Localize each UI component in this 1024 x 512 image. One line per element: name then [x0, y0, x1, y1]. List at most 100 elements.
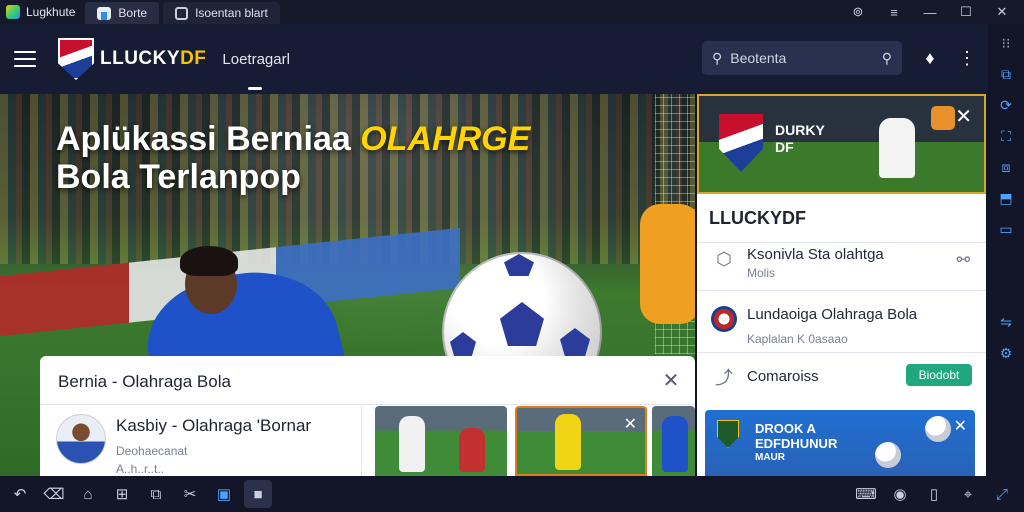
screenshot-thumbnail[interactable] [652, 406, 695, 476]
minimize-icon[interactable]: — [914, 1, 946, 23]
avatar [56, 414, 106, 464]
share-icon[interactable]: ⚯ [957, 250, 970, 270]
rotate-icon[interactable]: ⟳ [997, 96, 1015, 114]
side-banner[interactable]: DURKY DF ✕ [697, 94, 986, 194]
nav-link[interactable]: Loetragarl [222, 24, 290, 94]
side-item-title[interactable]: Ksonivla Sta olahtga [747, 246, 884, 263]
hero-title-line2: Bola Terlanpop [56, 158, 301, 197]
club-shield-icon [719, 114, 763, 172]
ball-icon [925, 416, 951, 442]
banner-name: DURKY DF [775, 122, 825, 155]
back-icon[interactable]: ↶ [6, 480, 34, 508]
hero-title: Aplükassi Berniaa OLAHRGE Bola Terlanpop [56, 120, 530, 196]
club-shield-icon [717, 420, 739, 448]
badge-icon [931, 106, 955, 130]
home-icon[interactable]: ⌂ [74, 480, 102, 508]
scissors-icon[interactable]: ✂ [176, 480, 204, 508]
download-button[interactable]: Biodobt [906, 364, 972, 386]
install-icon[interactable]: ⬒ [997, 189, 1015, 207]
promo-text: DROOK A EDFDHUNUR MAUR [755, 421, 838, 463]
multi-window-icon[interactable]: ⧉ [997, 65, 1015, 83]
grid-icon[interactable]: ⁝⁝ [997, 34, 1015, 52]
player-hair [180, 246, 238, 276]
app-viewport: LLUCKYDF Loetragarl ⚲ Beotenta ⚲ ♦ ⋮ Apl… [0, 24, 988, 476]
app-info-popup: Bernia - Olahraga Bola ✕ Kasbiy - Olahra… [40, 356, 695, 476]
macro-icon[interactable]: ⚙ [997, 344, 1015, 362]
apps-icon[interactable]: ⊞ [108, 480, 136, 508]
side-item-title[interactable]: Lundaoiga Olahraga Bola [747, 306, 917, 323]
popup-item-subtitle-2: A..h..r..t.. [116, 462, 165, 476]
promo-banner[interactable]: DROOK A EDFDHUNUR MAUR ✕ [705, 410, 975, 476]
emulator-sidebar: ⁝⁝ ⧉ ⟳ ⛶ ⧈ ⬒ ▭ ⇋ ⚙ [988, 24, 1024, 476]
tab-app[interactable]: Isoentan blart [163, 2, 280, 24]
emulator-taskbar: ↶ ⌫ ⌂ ⊞ ⧉ ✂ ▣ ■ ⌨ ◉ ▯ ⌖ ⤢ [0, 476, 1024, 512]
screenshot-icon[interactable]: ⧈ [997, 158, 1015, 176]
app-name: Lugkhute [26, 5, 76, 19]
background-player [640, 204, 695, 324]
brand-shield-icon [58, 38, 94, 80]
search-icon: ⚲ [712, 49, 723, 66]
close-icon[interactable]: ✕ [624, 414, 637, 434]
hamburger-menu-icon[interactable] [14, 51, 36, 67]
battery-icon[interactable]: ▯ [920, 480, 948, 508]
side-panel: DURKY DF ✕ LLUCKYDF ⬡ Ksonivla Sta olaht… [697, 94, 986, 476]
close-icon[interactable]: ✕ [986, 1, 1018, 23]
hero-banner[interactable]: Aplükassi Berniaa OLAHRGE Bola Terlanpop… [0, 94, 695, 476]
search-submit-icon[interactable]: ⚲ [882, 50, 892, 67]
close-icon[interactable]: ✕ [955, 104, 972, 129]
camera-icon[interactable]: ◉ [886, 480, 914, 508]
tab-home-label: Borte [118, 6, 148, 20]
hero-title-prefix: Aplükassi Berniaa [56, 120, 361, 158]
popup-divider [40, 404, 695, 405]
screenshot-thumbnail[interactable]: ✕ [515, 406, 647, 476]
tab-home[interactable]: Borte [85, 2, 160, 24]
expand-icon[interactable]: ⤢ [988, 480, 1016, 508]
tag-icon: ⬡ [716, 248, 732, 269]
side-panel-heading: LLUCKYDF [709, 208, 806, 228]
brand-logo[interactable]: LLUCKYDF [100, 48, 206, 70]
trend-icon: ⤴ [715, 368, 733, 388]
keyboard-icon[interactable]: ⌨ [852, 480, 880, 508]
popup-app-item[interactable]: Kasbiy - Olahraga 'Bornar Deohaecanat A.… [40, 406, 362, 476]
maximize-icon[interactable]: ☐ [950, 1, 982, 23]
divider [697, 290, 986, 291]
location-icon[interactable]: ⌖ [954, 480, 982, 508]
folder-icon[interactable]: ▭ [997, 220, 1015, 238]
banner-player [879, 118, 915, 178]
side-item-subtitle: Molis [747, 266, 776, 280]
hero-title-highlight: OLAHRGE [360, 120, 531, 158]
fullscreen-icon[interactable]: ⛶ [997, 127, 1015, 145]
window-controls: ⊚ ≡ — ☐ ✕ [842, 0, 1018, 24]
tab-app-label: Isoentan blart [195, 6, 268, 20]
search-input[interactable]: ⚲ Beotenta ⚲ [702, 41, 902, 75]
app-icon [175, 6, 189, 20]
popup-item-subtitle: Deohaecanat [116, 444, 188, 458]
more-options-icon[interactable]: ⋮ [955, 46, 979, 70]
popup-title: Bernia - Olahraga Bola [58, 372, 231, 391]
ball-icon [875, 442, 901, 468]
recent-icon[interactable]: ⧉ [142, 480, 170, 508]
emulator-logo-icon [6, 5, 20, 19]
notification-icon[interactable]: ♦ [918, 46, 942, 70]
screenshot-thumbnail[interactable] [375, 406, 507, 476]
popup-close-icon[interactable]: ✕ [659, 368, 683, 392]
shake-icon[interactable]: ⇋ [997, 313, 1015, 331]
close-icon[interactable]: ✕ [954, 416, 967, 436]
side-item-title[interactable]: Comaroiss [747, 368, 819, 385]
divider [697, 352, 986, 353]
search-placeholder: Beotenta [730, 50, 787, 66]
divider [697, 242, 986, 243]
app-badge: Lugkhute [0, 0, 85, 24]
app-header: LLUCKYDF Loetragarl ⚲ Beotenta ⚲ ♦ ⋮ [0, 24, 988, 94]
window-titlebar: Lugkhute Borte Isoentan blart ⊚ ≡ — ☐ ✕ [0, 0, 1024, 24]
screen-icon[interactable]: ▣ [210, 480, 238, 508]
app-icon[interactable]: ■ [244, 480, 272, 508]
eraser-icon[interactable]: ⌫ [40, 480, 68, 508]
side-item-subtitle: Kaplalan K 0asaao [747, 332, 848, 346]
club-logo-icon [711, 306, 737, 332]
menu-icon[interactable]: ≡ [878, 1, 910, 23]
help-icon[interactable]: ⊚ [842, 1, 874, 23]
home-icon [97, 6, 112, 20]
